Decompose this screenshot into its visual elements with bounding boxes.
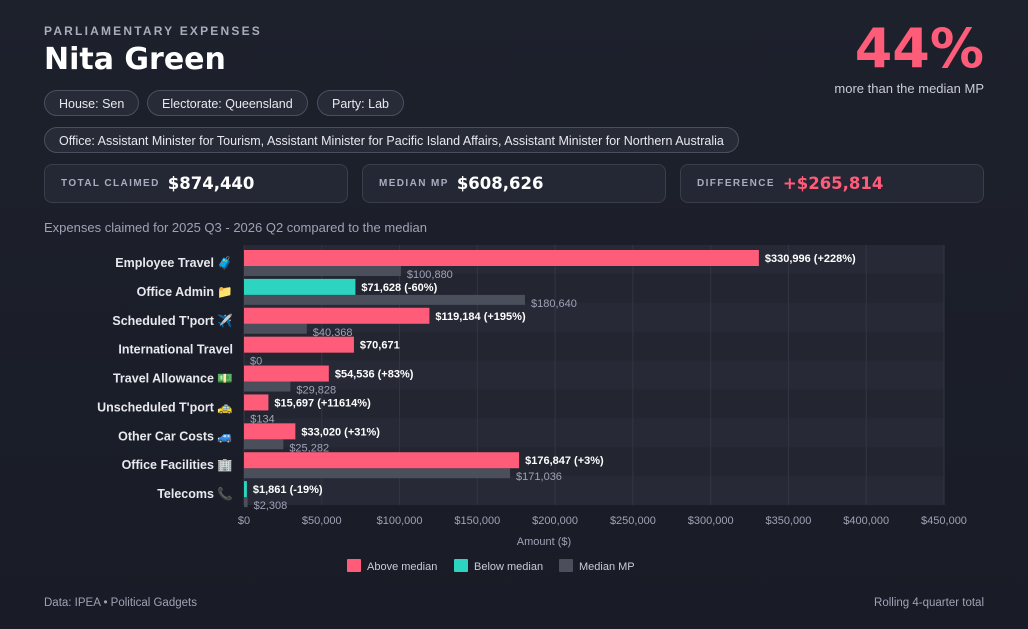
x-axis-label: Amount ($) bbox=[517, 536, 571, 548]
mp-bar-label: $176,847 (+3%) bbox=[525, 455, 604, 467]
legend-item-label: Median MP bbox=[579, 561, 635, 573]
mp-bar bbox=[244, 307, 430, 324]
x-tick-label: $350,000 bbox=[765, 515, 811, 527]
median-bar bbox=[244, 294, 525, 305]
mp-bar-label: $54,536 (+83%) bbox=[335, 369, 414, 381]
x-tick-label: $300,000 bbox=[688, 515, 734, 527]
category-label: Office Facilities 🏢 bbox=[122, 458, 233, 472]
category-label: Office Admin 📁 bbox=[137, 285, 233, 299]
legend-swatch bbox=[559, 559, 573, 572]
x-tick-label: $150,000 bbox=[454, 515, 500, 527]
median-bar bbox=[244, 497, 248, 508]
mp-bar bbox=[244, 481, 247, 498]
x-tick-label: $200,000 bbox=[532, 515, 578, 527]
median-bar-label: $2,308 bbox=[254, 500, 288, 512]
mp-bar-label: $70,671 bbox=[360, 340, 400, 352]
median-bar-label: $180,640 bbox=[531, 298, 577, 310]
category-label: Employee Travel 🧳 bbox=[115, 255, 233, 270]
category-label: Unscheduled T'port 🚕 bbox=[97, 400, 233, 414]
legend-swatch bbox=[454, 559, 468, 572]
x-tick-label: $450,000 bbox=[921, 515, 967, 527]
x-tick-label: $0 bbox=[238, 515, 250, 527]
footer-note: Rolling 4-quarter total bbox=[874, 597, 984, 609]
legend-swatch bbox=[347, 559, 361, 572]
x-tick-label: $250,000 bbox=[610, 515, 656, 527]
mp-bar bbox=[244, 250, 759, 266]
median-bar-label: $171,036 bbox=[516, 471, 562, 483]
legend-item-label: Above median bbox=[367, 561, 437, 573]
category-label: Scheduled T'port ✈️ bbox=[112, 313, 233, 328]
mp-bar bbox=[244, 423, 296, 440]
mp-bar-label: $33,020 (+31%) bbox=[301, 426, 380, 438]
x-tick-label: $400,000 bbox=[843, 515, 889, 527]
mp-bar-label: $330,996 (+228%) bbox=[765, 253, 856, 265]
mp-bar-label: $15,697 (+11614%) bbox=[274, 397, 371, 409]
median-bar bbox=[244, 468, 511, 479]
expenses-bar-chart: $330,996 (+228%) $100,880 Employee Travel … bbox=[97, 245, 967, 573]
median-bar-label: $100,880 bbox=[407, 269, 453, 281]
mp-bar bbox=[244, 336, 354, 353]
row-band bbox=[244, 476, 944, 505]
median-bar bbox=[244, 323, 307, 334]
x-tick-label: $100,000 bbox=[377, 515, 423, 527]
mp-bar-label: $119,184 (+195%) bbox=[435, 311, 526, 323]
mp-bar bbox=[244, 394, 269, 411]
category-label: Other Car Costs 🚙 bbox=[118, 429, 233, 444]
x-tick-label: $50,000 bbox=[302, 515, 342, 527]
median-bar-label: $29,828 bbox=[296, 385, 336, 397]
median-bar bbox=[244, 439, 284, 450]
category-label: International Travel bbox=[118, 343, 233, 357]
legend-item-label: Below median bbox=[474, 561, 543, 573]
mp-bar bbox=[244, 278, 356, 295]
footer-source: Data: IPEA • Political Gadgets bbox=[44, 597, 197, 609]
mp-bar bbox=[244, 365, 329, 382]
category-label: Travel Allowance 💵 bbox=[113, 372, 233, 386]
category-label: Telecoms 📞 bbox=[157, 485, 233, 501]
mp-bar-label: $1,861 (-19%) bbox=[253, 484, 323, 496]
median-bar bbox=[244, 266, 401, 276]
mp-bar bbox=[244, 452, 520, 469]
mp-bar-label: $71,628 (-60%) bbox=[361, 282, 437, 294]
median-bar bbox=[244, 381, 291, 392]
